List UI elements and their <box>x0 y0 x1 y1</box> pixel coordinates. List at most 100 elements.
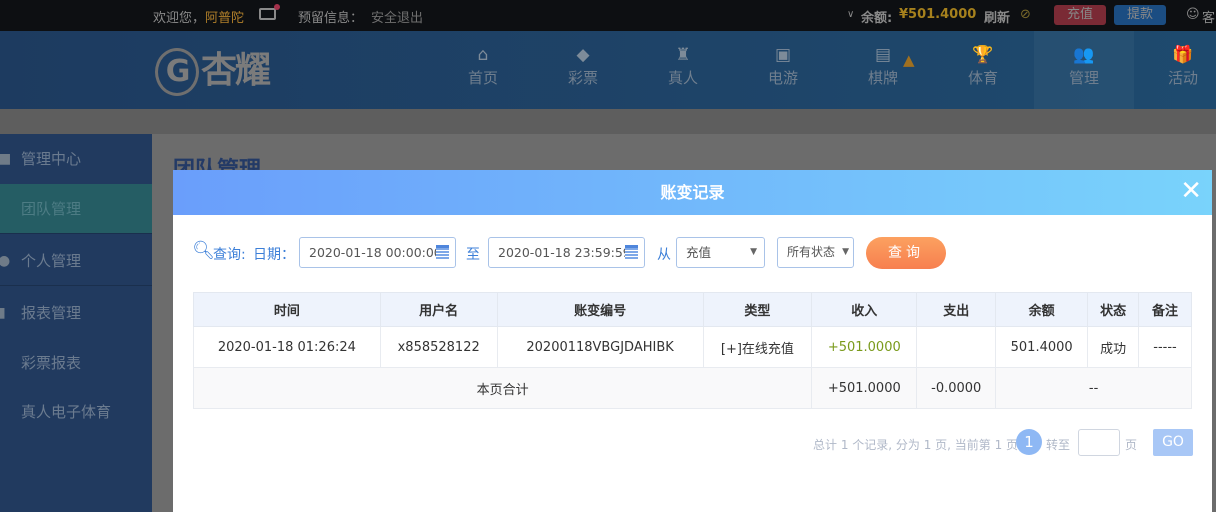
gift-icon: 🎁 <box>1172 45 1194 65</box>
nav-lottery[interactable]: ◆ 彩票 <box>548 45 618 88</box>
modal-title: 账变记录 <box>173 170 1212 215</box>
total-label: 本页合计 <box>192 367 813 409</box>
sidebar-label: 管理中心 <box>21 150 82 168</box>
col-time: 时间 <box>193 292 381 327</box>
cell-time: 2020-01-18 01:26:24 <box>193 326 381 368</box>
home-icon: ⌂ <box>477 45 489 65</box>
reserved-info-label: 预留信息： <box>298 11 364 26</box>
welcome-text: 欢迎您， <box>153 11 206 26</box>
end-date-input[interactable]: 2020-01-18 23:59:59 <box>488 237 645 268</box>
transaction-table: 时间 用户名 账变编号 类型 收入 支出 余额 状态 备注 2020-01-18… <box>192 292 1192 409</box>
nav-chess[interactable]: ▤ 棋牌 ▲ <box>848 45 918 88</box>
logo[interactable]: G 杏耀 <box>155 41 271 96</box>
calendar-icon[interactable] <box>436 245 449 259</box>
username-link[interactable]: 阿普陀 <box>205 7 244 26</box>
from-label: 从 <box>657 247 671 263</box>
chevron-down-icon[interactable]: ∨ <box>847 9 854 20</box>
report-icon: ▮ <box>0 305 6 321</box>
sidebar-label: 个人管理 <box>21 252 82 270</box>
transaction-record-modal: 账变记录 ✕ 🔍︎ 查询: 日期： 2020-01-18 00:00:00 至 … <box>173 170 1212 512</box>
nav-label: 活动 <box>1167 69 1198 87</box>
search-icon: 🔍︎ <box>192 240 215 261</box>
total-row: 本页合计 +501.0000 -0.0000 -- <box>192 367 1192 409</box>
lottery-icon: ◆ <box>576 45 590 65</box>
nav-manage[interactable]: 👥 管理 <box>1034 31 1134 109</box>
nav-shadow <box>0 109 1216 134</box>
main-nav: G 杏耀 ⌂ 首页 ◆ 彩票 ♜ 真人 ▣ 电游 ▤ 棋牌 ▲ 🏆 体育 👥 管理 🎁 活动 <box>0 31 1216 109</box>
calendar-icon[interactable] <box>625 245 638 259</box>
balance-label: 余额: <box>861 11 893 26</box>
service-link[interactable]: 客 <box>1202 7 1215 26</box>
mail-icon[interactable] <box>259 4 280 20</box>
type-select[interactable]: 充值 ▼ <box>676 237 765 268</box>
top-bar: 欢迎您， 阿普陀 预留信息： 安全退出 ∨ 余额: ¥501.4000 刷新 ⊘… <box>0 0 1216 31</box>
col-income: 收入 <box>811 292 918 327</box>
logout-link[interactable]: 安全退出 <box>371 7 423 26</box>
type-value: 充值 <box>686 245 712 260</box>
dealer-icon: ♜ <box>675 45 691 65</box>
cell-transaction-id: 20200118VBGJDAHIBK <box>496 326 704 368</box>
hot-flame-icon: ▲ <box>903 51 915 69</box>
page-number-input[interactable] <box>1078 429 1120 456</box>
nav-label: 彩票 <box>567 69 598 87</box>
sidebar-label: 报表管理 <box>21 304 82 322</box>
hide-eye-icon[interactable]: ⊘ <box>1020 7 1031 22</box>
nav-label: 真人 <box>667 69 698 87</box>
col-balance: 余额 <box>995 292 1089 327</box>
query-label: 查询: <box>213 247 246 263</box>
withdraw-button[interactable]: 提款 <box>1114 5 1166 25</box>
table-row: 2020-01-18 01:26:24 x858528122 20200118V… <box>193 326 1192 368</box>
cell-username: x858528122 <box>379 326 498 368</box>
col-status: 状态 <box>1087 292 1140 327</box>
go-button[interactable]: GO <box>1153 429 1193 456</box>
nav-promotions[interactable]: 🎁 活动 <box>1148 45 1216 88</box>
nav-label: 体育 <box>967 69 998 87</box>
pagination-summary: 总计 1 个记录, 分为 1 页, 当前第 1 页 <box>813 438 1019 452</box>
cell-income: +501.0000 <box>811 326 918 368</box>
to-label: 至 <box>466 247 480 263</box>
nav-label: 棋牌 <box>867 69 898 87</box>
chat-icon[interactable]: ☺ <box>1186 7 1200 22</box>
table-header: 时间 用户名 账变编号 类型 收入 支出 余额 状态 备注 <box>193 292 1192 327</box>
status-select[interactable]: 所有状态 ▼ <box>777 237 854 268</box>
refresh-link[interactable]: 刷新 <box>984 7 1010 26</box>
sidebar-item-lottery-report[interactable]: 彩票报表 <box>0 338 152 388</box>
sidebar-item-reports[interactable]: ▮ 报表管理 <box>0 288 152 338</box>
sidebar-label: 真人电子体育 <box>21 403 112 421</box>
close-icon[interactable]: ✕ <box>1180 176 1202 206</box>
sidebar-label: 彩票报表 <box>21 354 82 372</box>
goto-label: 转至 <box>1046 438 1071 452</box>
col-username: 用户名 <box>379 292 498 327</box>
cell-type: [+]在线充值 <box>702 326 813 368</box>
sidebar-item-management-center[interactable]: ■ 管理中心 <box>0 134 152 184</box>
sidebar-item-live-sports-report[interactable]: 真人电子体育 <box>0 387 152 437</box>
col-type: 类型 <box>702 292 813 327</box>
total-expense: -0.0000 <box>916 367 997 409</box>
nav-home[interactable]: ⌂ 首页 <box>448 45 518 88</box>
status-value: 所有状态 <box>787 245 836 259</box>
nav-label: 首页 <box>467 69 498 87</box>
balance-value: ¥501.4000 <box>899 7 977 22</box>
cell-expense <box>916 326 997 368</box>
nav-live[interactable]: ♜ 真人 <box>648 45 718 88</box>
nav-sports[interactable]: 🏆 体育 <box>948 45 1018 88</box>
col-transaction-id: 账变编号 <box>496 292 704 327</box>
sidebar-item-team-management[interactable]: 团队管理 <box>0 184 152 234</box>
nav-label: 管理 <box>1068 69 1099 87</box>
deposit-button[interactable]: 充值 <box>1054 5 1106 25</box>
users-icon: 👥 <box>1073 45 1095 65</box>
start-date-input[interactable]: 2020-01-18 00:00:00 <box>299 237 456 268</box>
nav-slots[interactable]: ▣ 电游 <box>748 45 818 88</box>
cell-status: 成功 <box>1087 326 1140 368</box>
search-button[interactable]: 查询 <box>866 237 946 269</box>
filter-bar: 🔍︎ 查询: 日期： 2020-01-18 00:00:00 至 2020-01… <box>192 237 1192 269</box>
page-1-button[interactable]: 1 <box>1016 429 1042 455</box>
logo-emblem-icon: G <box>155 48 199 96</box>
sidebar-label: 团队管理 <box>21 200 82 218</box>
cell-balance: 501.4000 <box>995 326 1089 368</box>
users-icon: ■ <box>0 151 12 167</box>
sidebar-item-personal-management[interactable]: ● 个人管理 <box>0 236 152 286</box>
dropdown-arrow-icon: ▼ <box>842 247 849 257</box>
col-remark: 备注 <box>1138 292 1192 327</box>
start-date-value: 2020-01-18 00:00:00 <box>309 245 442 260</box>
